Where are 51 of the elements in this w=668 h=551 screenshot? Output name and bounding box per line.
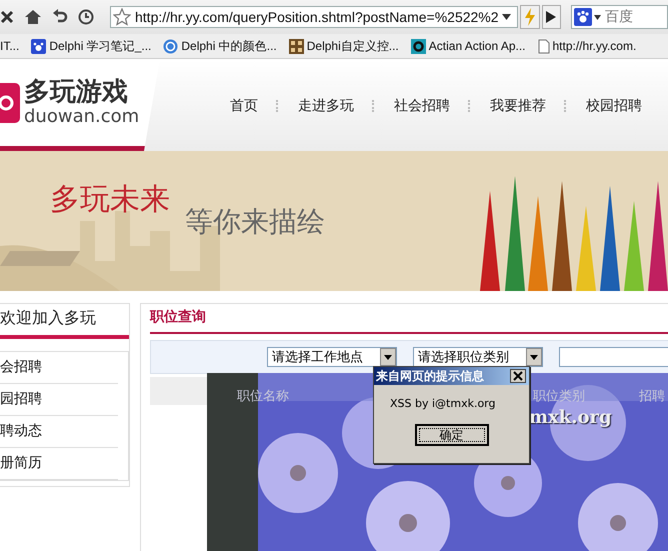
stop-icon[interactable] xyxy=(0,10,14,24)
bookmark-link[interactable]: Delphi 中的颜色... xyxy=(163,38,277,54)
nav-link[interactable]: 首页 xyxy=(230,97,258,115)
bookmark-link[interactable]: IT... xyxy=(0,39,20,53)
url-text: http://hr.yy.com/queryPosition.shtml?postName=%2522%2 xyxy=(135,9,498,25)
address-bar[interactable]: http://hr.yy.com/queryPosition.shtml?postName=%2522%2 xyxy=(110,6,518,28)
paw-icon[interactable] xyxy=(574,8,592,26)
undo-icon[interactable] xyxy=(52,9,68,25)
banner-tagline: 等你来描绘 xyxy=(185,204,325,240)
panel-title: 职位查询 xyxy=(150,308,668,334)
sidebar-item[interactable]: 园招聘 xyxy=(0,384,118,416)
ring-icon[interactable] xyxy=(410,38,426,54)
search-field[interactable]: 百度 xyxy=(571,5,668,29)
clock-icon[interactable] xyxy=(78,9,94,25)
banner-headline: 多玩未来 xyxy=(50,181,170,219)
page-icon[interactable] xyxy=(538,38,550,54)
location-select[interactable]: 请选择工作地点 xyxy=(267,347,397,367)
caret-icon[interactable] xyxy=(384,354,392,360)
go-button[interactable] xyxy=(542,5,561,29)
play-icon[interactable] xyxy=(546,11,556,23)
caret-icon[interactable] xyxy=(594,14,601,20)
grid-icon[interactable] xyxy=(288,38,304,54)
sidebar-item[interactable]: 会招聘 xyxy=(0,352,118,384)
caret-icon[interactable] xyxy=(502,14,511,20)
bookmark-link[interactable]: http://hr.yy.com. xyxy=(538,38,636,54)
home-icon[interactable] xyxy=(24,9,42,25)
sidebar-title: 欢迎加入多玩 xyxy=(0,304,129,339)
caret-icon[interactable] xyxy=(530,354,538,360)
nav-link[interactable]: 校园招聘 xyxy=(586,97,642,115)
column-header: 招聘 xyxy=(639,388,665,405)
nav-link[interactable]: 我要推荐 xyxy=(490,97,546,115)
sidebar-item[interactable]: 册简历 xyxy=(0,448,118,480)
dialog-message: XSS by i@tmxk.org xyxy=(389,396,496,410)
category-select[interactable]: 请选择职位类别 xyxy=(413,347,543,367)
bookmark-link[interactable]: Delphi自定义控... xyxy=(288,38,399,54)
keyword-field[interactable] xyxy=(559,347,668,367)
dialog-title: 来自网页的提示信息 xyxy=(376,368,484,384)
logo-text[interactable]: 多玩游戏 xyxy=(24,79,140,105)
bookmark-link[interactable]: Delphi 学习笔记_... xyxy=(31,38,152,54)
column-header: 职位类别 xyxy=(533,388,585,405)
sidebar-item[interactable]: 聘动态 xyxy=(0,416,118,448)
nav-link[interactable]: 走进多玩 xyxy=(298,97,354,115)
bookmark-link[interactable]: Actian Action Ap... xyxy=(410,38,526,54)
paw-icon[interactable] xyxy=(31,38,46,54)
close-icon[interactable] xyxy=(510,369,526,383)
logo-icon[interactable] xyxy=(0,82,20,122)
ok-button[interactable]: 确定 xyxy=(414,424,488,446)
nav-link[interactable]: 社会招聘 xyxy=(394,97,450,115)
globe-icon[interactable] xyxy=(163,38,178,54)
logo-domain[interactable]: duowan.com xyxy=(24,108,140,126)
star-icon[interactable] xyxy=(113,8,131,26)
